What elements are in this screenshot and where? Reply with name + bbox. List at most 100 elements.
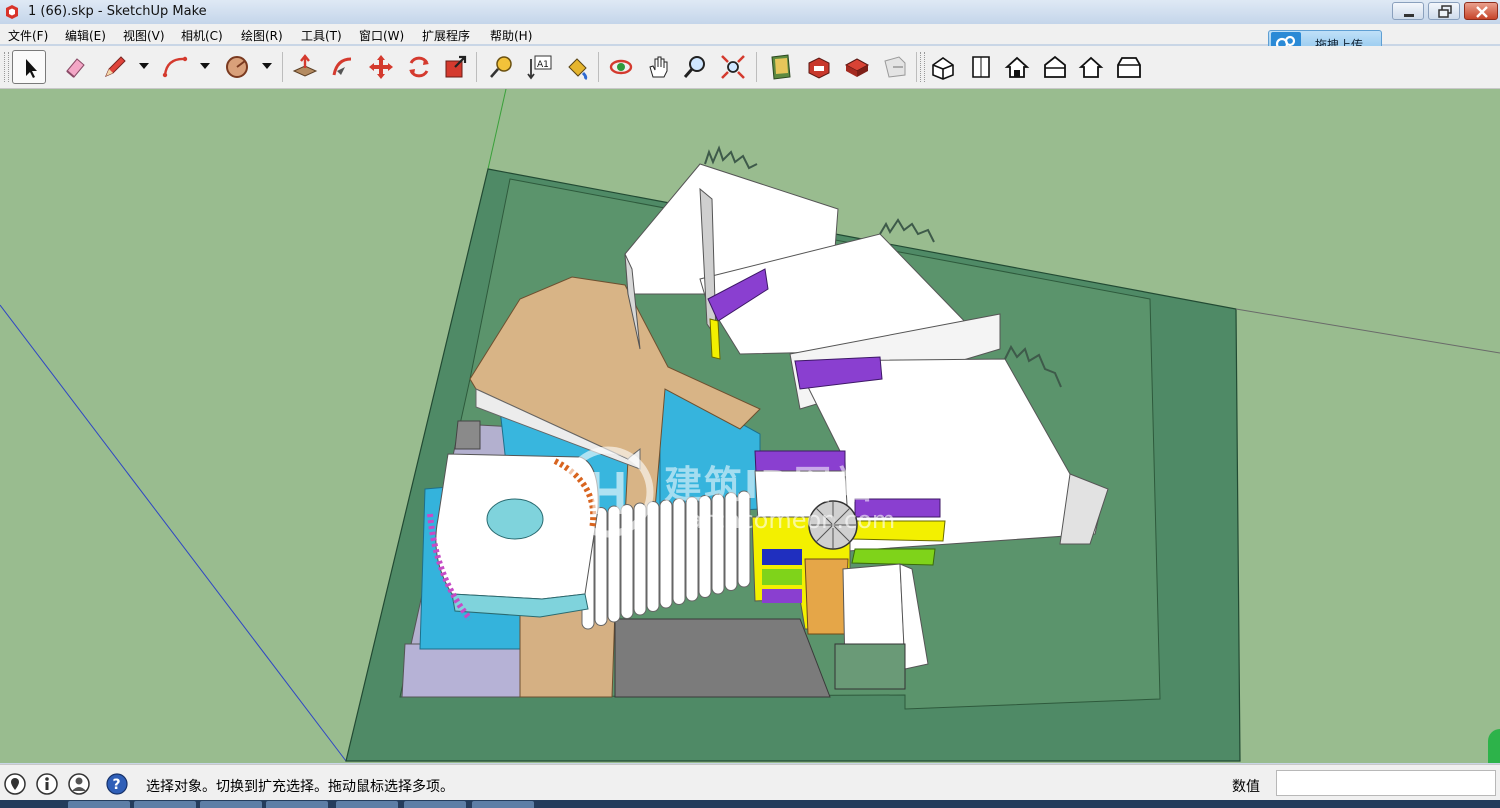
polygon-icon	[226, 56, 248, 78]
scale-tool-button[interactable]	[438, 50, 472, 84]
taskbar-item[interactable]	[68, 801, 130, 808]
window-panel	[762, 589, 802, 603]
watermark-url: archcomeon.com	[688, 506, 896, 534]
os-taskbar	[0, 800, 1500, 808]
taskbar-item[interactable]	[266, 801, 328, 808]
extension-icon	[884, 56, 906, 78]
paint-bucket-icon	[568, 58, 588, 81]
taskbar-item[interactable]	[336, 801, 398, 808]
eraser-tool-button[interactable]	[58, 50, 92, 84]
main-toolbar: A1	[0, 46, 1500, 89]
close-icon	[1476, 6, 1488, 18]
lime-strip	[851, 548, 936, 566]
lilac-paving	[401, 643, 526, 698]
menu-window[interactable]: 窗口(W)	[359, 27, 404, 44]
minimize-button[interactable]	[1392, 2, 1424, 20]
svg-text:?: ?	[113, 777, 121, 793]
measurements-input[interactable]	[1276, 770, 1496, 796]
iso-view-button[interactable]	[926, 50, 960, 84]
stair	[804, 558, 849, 635]
polygon-tool-button[interactable]	[220, 50, 254, 84]
chevron-down-icon[interactable]	[198, 59, 212, 73]
status-message: 选择对象。切换到扩充选择。拖动鼠标选择多项。	[146, 779, 454, 795]
pan-icon	[649, 56, 668, 78]
pan-tool-button[interactable]	[642, 50, 676, 84]
watermark-brand: 建筑ID图站	[664, 463, 874, 507]
taskbar-item[interactable]	[404, 801, 466, 808]
follow-me-icon	[332, 57, 352, 76]
pencil-tool-button[interactable]	[98, 50, 132, 84]
zoom-extents-tool-button[interactable]	[716, 50, 750, 84]
rotate-tool-button[interactable]	[402, 50, 436, 84]
push-pull-tool-button[interactable]	[288, 50, 322, 84]
zoom-icon	[683, 56, 705, 78]
right-view-button[interactable]	[1038, 50, 1072, 84]
menu-file[interactable]: 文件(F)	[8, 27, 48, 44]
tape-measure-tool-button[interactable]	[484, 50, 518, 84]
taskbar-item[interactable]	[134, 801, 196, 808]
geo-location-icon[interactable]	[4, 773, 26, 795]
text-tool-label: A1	[537, 60, 549, 70]
share-model-button[interactable]	[802, 50, 836, 84]
warehouse-button[interactable]	[764, 50, 798, 84]
taskbar-item[interactable]	[200, 801, 262, 808]
close-button[interactable]	[1464, 2, 1498, 20]
components-icon	[844, 58, 870, 77]
pavilion-courtyard	[486, 498, 544, 540]
model-viewport[interactable]: 建筑ID图站 archcomeon.com	[0, 89, 1500, 763]
top-view-icon	[972, 56, 990, 78]
toolbar-separator	[282, 52, 283, 82]
watermark: 建筑ID图站 archcomeon.com	[560, 444, 940, 544]
menu-draw[interactable]: 绘图(R)	[241, 27, 283, 44]
menu-edit[interactable]: 编辑(E)	[65, 27, 106, 44]
move-tool-button[interactable]	[364, 50, 398, 84]
zoom-extents-icon	[721, 55, 745, 79]
arc-tool-button[interactable]	[158, 50, 192, 84]
extension-button[interactable]	[878, 50, 912, 84]
chevron-down-icon[interactable]	[260, 59, 274, 73]
floating-side-button[interactable]	[1488, 729, 1500, 763]
toolbar-separator	[756, 52, 757, 82]
menu-camera[interactable]: 相机(C)	[181, 27, 223, 44]
orbit-tool-button[interactable]	[604, 50, 638, 84]
select-tool-button[interactable]	[12, 50, 46, 84]
green-axis	[487, 89, 507, 170]
toolbar-grip[interactable]	[4, 52, 9, 82]
menu-help[interactable]: 帮助(H)	[490, 27, 532, 44]
chevron-down-icon[interactable]	[137, 59, 151, 73]
follow-me-tool-button[interactable]	[326, 50, 360, 84]
title-bar: 1 (66).skp - SketchUp Make	[0, 0, 1500, 25]
taskbar-item[interactable]	[472, 801, 534, 808]
paint-bucket-tool-button[interactable]	[560, 50, 594, 84]
watermark-logo-icon	[562, 446, 654, 538]
text-icon: A1	[527, 55, 552, 80]
menu-extensions[interactable]: 扩展程序	[422, 27, 470, 44]
pencil-icon	[105, 56, 126, 77]
menu-view[interactable]: 视图(V)	[123, 27, 165, 44]
components-button[interactable]	[840, 50, 874, 84]
left-view-button[interactable]	[1112, 50, 1146, 84]
rotate-icon	[409, 56, 429, 78]
grey-paving	[614, 618, 831, 698]
credits-icon[interactable]	[36, 773, 58, 795]
zoom-tool-button[interactable]	[678, 50, 712, 84]
move-icon	[369, 55, 393, 79]
maximize-button[interactable]	[1428, 2, 1460, 20]
toolbar-grip[interactable]	[920, 52, 925, 82]
right-view-icon	[1044, 55, 1066, 78]
front-view-button[interactable]	[1000, 50, 1034, 84]
window-title: 1 (66).skp - SketchUp Make	[28, 4, 207, 19]
menu-tools[interactable]: 工具(T)	[301, 27, 342, 44]
toolbar-separator	[598, 52, 599, 82]
window-panel	[762, 569, 802, 585]
front-view-icon	[1004, 56, 1030, 78]
push-pull-icon	[292, 54, 318, 77]
model-scene	[0, 89, 1500, 762]
text-tool-button[interactable]: A1	[522, 50, 556, 84]
grey-paving	[454, 420, 481, 450]
ground-edge	[1235, 308, 1500, 354]
user-icon[interactable]	[68, 773, 90, 795]
top-view-button[interactable]	[964, 50, 998, 84]
help-icon[interactable]: ?	[106, 773, 128, 795]
back-view-button[interactable]	[1074, 50, 1108, 84]
